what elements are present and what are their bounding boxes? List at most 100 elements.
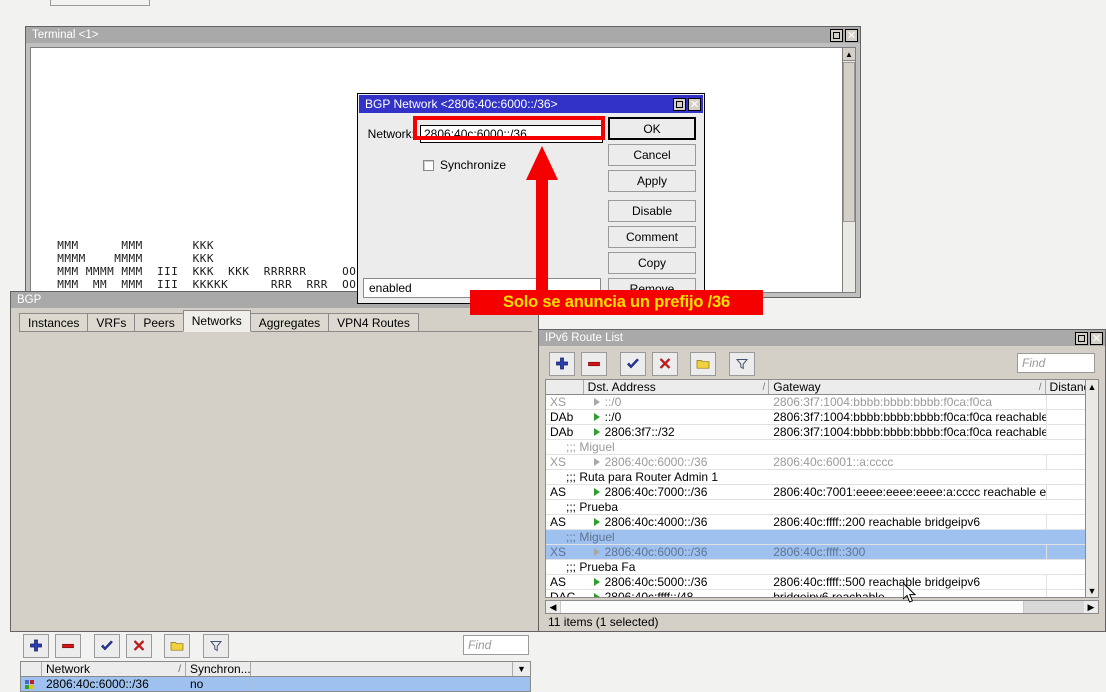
dialog-title: BGP Network <2806:40c:6000::/36> [365,97,673,111]
route-find-input[interactable]: Find [1017,353,1095,373]
close-icon[interactable]: ✕ [688,98,701,111]
tab-vrfs[interactable]: VRFs [87,313,135,332]
route-row[interactable]: XS::/02806:3f7:1004:bbbb:bbbb:bbbb:f0ca:… [546,395,1098,410]
cell-dst-address: ::/0 [584,395,770,409]
tab-vpn4-routes[interactable]: VPN4 Routes [328,313,419,332]
cell-flags: DAb [546,425,584,439]
route-comment-row[interactable]: ;;; Miguel [546,530,1098,545]
scroll-right-icon[interactable]: ▶ [1084,601,1098,613]
network-input[interactable] [420,125,603,143]
route-row[interactable]: AS2806:40c:4000::/362806:40c:ffff::200 r… [546,515,1098,530]
cell-gateway: 2806:40c:ffff::300 [769,545,1045,559]
enable-button[interactable] [94,634,120,658]
col-gateway[interactable]: Gateway / [769,380,1045,394]
add-button[interactable] [549,352,575,376]
col-dst-address-label: Dst. Address [588,380,656,394]
col-network-label: Network [46,662,90,676]
remove-button[interactable] [55,634,81,658]
scrollbar-thumb[interactable] [843,62,855,222]
filter-button[interactable] [729,352,755,376]
tab-aggregates[interactable]: Aggregates [250,313,329,332]
copy-button[interactable]: Copy [608,252,696,274]
route-row[interactable]: AS2806:40c:7000::/362806:40c:7001:eeee:e… [546,485,1098,500]
route-comment-row[interactable]: ;;; Prueba Fa [546,560,1098,575]
cell-gateway: 2806:40c:7001:eeee:eeee:eeee:a:cccc reac… [769,485,1045,499]
disable-button[interactable] [126,634,152,658]
route-comment-text: ;;; Prueba Fa [546,560,639,574]
sort-ascending-icon: / [178,664,181,675]
comment-button[interactable] [690,352,716,376]
maximize-icon[interactable] [673,98,686,111]
close-icon[interactable]: ✕ [845,29,858,42]
comment-button[interactable] [164,634,190,658]
dst-address-text: 2806:40c:7000::/36 [605,485,708,499]
scroll-left-icon[interactable]: ◀ [546,601,560,613]
network-label: Network: [365,127,420,141]
synchronize-label: Synchronize [440,158,506,172]
bgp-find-input[interactable]: Find [463,635,529,655]
route-list-vertical-scrollbar[interactable]: ▲ ▼ [1085,379,1099,598]
col-synchronize[interactable]: Synchron... [186,662,251,676]
route-row[interactable]: AS2806:40c:5000::/362806:40c:ffff::500 r… [546,575,1098,590]
route-row[interactable]: DAC2806:40c:ffff::/48bridgeipv6 reachabl… [546,590,1098,598]
cell-dst-address: 2806:40c:4000::/36 [584,515,770,529]
scroll-up-icon[interactable]: ▲ [843,48,855,61]
apply-button[interactable]: Apply [608,170,696,192]
dst-address-text: 2806:40c:6000::/36 [605,455,708,469]
col-dst-address[interactable]: Dst. Address / [584,380,770,394]
route-list-horizontal-scrollbar[interactable]: ◀ ▶ [545,600,1099,614]
route-row[interactable]: DAb::/02806:3f7:1004:bbbb:bbbb:bbbb:f0ca… [546,410,1098,425]
synchronize-checkbox[interactable] [423,160,434,171]
cell-network: 2806:40c:6000::/36 [42,677,186,691]
hscroll-thumb[interactable] [1024,601,1084,613]
hscroll-track[interactable] [560,601,1024,613]
table-row[interactable]: 2806:40c:6000::/36 no [20,677,531,692]
cell-flags: XS [546,455,584,469]
dialog-titlebar[interactable]: BGP Network <2806:40c:6000::/36> ✕ [359,95,703,113]
tab-instances[interactable]: Instances [19,313,88,332]
filter-button[interactable] [203,634,229,658]
remove-button[interactable] [581,352,607,376]
bgp-toolbar[interactable] [23,634,232,658]
col-flags [546,380,584,394]
bgp-network-dialog[interactable]: BGP Network <2806:40c:6000::/36> ✕ Netwo… [357,93,705,304]
annotation-text: Solo se anuncia un prefijo /36 [503,293,730,312]
scroll-down-icon[interactable]: ▼ [1086,584,1098,597]
maximize-icon[interactable] [830,29,843,42]
col-synchronize-label: Synchron... [190,662,251,676]
scroll-up-icon[interactable]: ▲ [1086,380,1098,393]
route-rows-container[interactable]: XS::/02806:3f7:1004:bbbb:bbbb:bbbb:f0ca:… [546,395,1098,598]
network-entry-icon [25,680,34,689]
route-comment-row[interactable]: ;;; Prueba [546,500,1098,515]
dialog-buttons: OK Cancel Apply Disable Comment Copy Rem… [608,117,698,304]
add-button[interactable] [23,634,49,658]
route-comment-row[interactable]: ;;; Miguel [546,440,1098,455]
tab-networks[interactable]: Networks [183,310,251,332]
synchronize-row[interactable]: Synchronize [423,158,506,172]
route-row[interactable]: XS2806:40c:6000::/362806:40c:6001::a:ccc… [546,455,1098,470]
ipv6-route-list-window[interactable]: IPv6 Route List ✕ Find Dst. Addr [538,329,1106,632]
cancel-button[interactable]: Cancel [608,144,696,166]
col-network[interactable]: Network / [42,662,186,676]
maximize-icon[interactable] [1075,332,1088,345]
terminal-scrollbar[interactable]: ▲ [842,47,856,293]
ipv6-titlebar[interactable]: IPv6 Route List ✕ [539,330,1105,346]
route-row[interactable]: DAb2806:3f7::/322806:3f7:1004:bbbb:bbbb:… [546,425,1098,440]
column-menu-icon[interactable]: ▼ [513,662,530,676]
comment-button[interactable]: Comment [608,226,696,248]
route-comment-row[interactable]: ;;; Ruta para Router Admin 1 [546,470,1098,485]
ok-button[interactable]: OK [608,117,696,140]
bgp-networks-table[interactable]: Network / Synchron... ▼ 2806:40c:6000::/… [20,661,531,692]
disable-button[interactable]: Disable [608,200,696,222]
bgp-window[interactable]: BGP Instances VRFs Peers Networks Aggreg… [10,291,539,632]
route-list-toolbar[interactable] [549,352,758,376]
tab-peers[interactable]: Peers [134,313,183,332]
route-row[interactable]: XS2806:40c:6000::/362806:40c:ffff::300 [546,545,1098,560]
terminal-titlebar[interactable]: Terminal <1> ✕ [26,27,860,43]
disable-button[interactable] [652,352,678,376]
bgp-tabs[interactable]: Instances VRFs Peers Networks Aggregates… [19,310,418,332]
close-icon[interactable]: ✕ [1090,332,1103,345]
ipv6-route-table[interactable]: Dst. Address / Gateway / Distance XS::/0… [545,379,1099,598]
enable-button[interactable] [620,352,646,376]
route-active-triangle-icon [594,488,600,496]
